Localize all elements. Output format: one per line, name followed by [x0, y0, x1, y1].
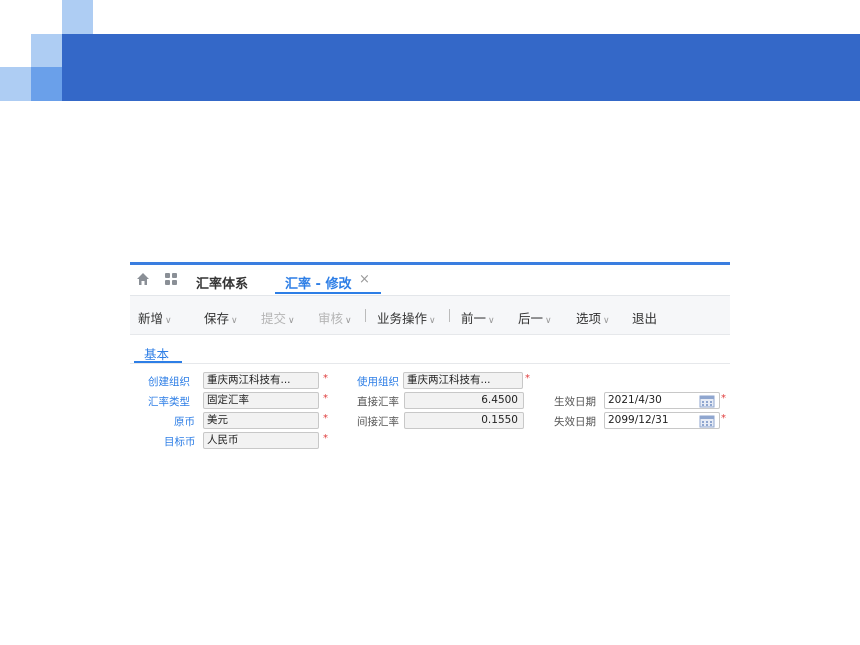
indirect-rate-field[interactable]: 0.1550 [404, 412, 524, 429]
calendar-icon[interactable] [699, 415, 715, 428]
toolbar: 新增 ∨ 保存 ∨ 提交 ∨ 审核 ∨ 业务操作 ∨ 前一 ∨ 后一 ∨ 选项 ∨ 退出 [130, 296, 730, 335]
next-button-label: 后一 [518, 311, 544, 326]
create-org-field[interactable]: 重庆两江科技有... [203, 372, 319, 389]
expiry-date-label: 失效日期 [554, 416, 596, 428]
business-operations-button[interactable]: 业务操作 ∨ [377, 308, 436, 327]
create-org-label: 创建组织 [148, 376, 190, 388]
source-currency-label: 原币 [174, 416, 195, 428]
submit-button[interactable]: 提交 ∨ [261, 308, 295, 327]
rate-type-label: 汇率类型 [148, 396, 190, 408]
required-mark: * [323, 393, 328, 404]
required-mark: * [721, 413, 726, 424]
save-button-label: 保存 [204, 311, 230, 326]
previous-button-label: 前一 [461, 311, 487, 326]
chevron-down-icon: ∨ [231, 316, 238, 326]
target-currency-label: 目标币 [164, 436, 196, 448]
close-icon[interactable]: × [359, 272, 370, 287]
exchange-rate-edit-panel: 汇率体系 汇率 - 修改 × 新增 ∨ 保存 ∨ 提交 ∨ 审核 ∨ 业务操作 ∨ 前一 ∨… [130, 262, 730, 462]
required-mark: * [323, 413, 328, 424]
required-mark: * [525, 373, 530, 384]
tab-exchange-rate-edit[interactable]: 汇率 - 修改 [285, 273, 351, 292]
subtab-divider [130, 363, 730, 364]
chevron-down-icon: ∨ [288, 316, 295, 326]
chevron-down-icon: ∨ [488, 316, 495, 326]
direct-rate-label: 直接汇率 [357, 396, 399, 408]
active-tab-indicator [275, 292, 381, 294]
decor-square [31, 34, 62, 67]
use-org-field[interactable]: 重庆两江科技有... [403, 372, 523, 389]
rate-type-field[interactable]: 固定汇率 [203, 392, 319, 409]
next-button[interactable]: 后一 ∨ [518, 308, 552, 327]
decor-square [62, 0, 93, 34]
business-operations-label: 业务操作 [377, 311, 428, 326]
indirect-rate-label: 间接汇率 [357, 416, 399, 428]
exit-button[interactable]: 退出 [632, 308, 657, 327]
new-button[interactable]: 新增 ∨ [138, 308, 172, 327]
submit-button-label: 提交 [261, 311, 287, 326]
home-icon[interactable] [136, 272, 150, 286]
toolbar-divider [449, 309, 450, 322]
new-button-label: 新增 [138, 311, 164, 326]
chevron-down-icon: ∨ [429, 316, 436, 326]
source-currency-field[interactable]: 美元 [203, 412, 319, 429]
required-mark: * [323, 373, 328, 384]
tab-exchange-rate-system[interactable]: 汇率体系 [196, 273, 248, 292]
header-banner [62, 34, 860, 101]
decor-square [31, 67, 62, 101]
previous-button[interactable]: 前一 ∨ [461, 308, 495, 327]
chevron-down-icon: ∨ [603, 316, 610, 326]
use-org-label: 使用组织 [357, 376, 399, 388]
save-button[interactable]: 保存 ∨ [204, 308, 238, 327]
required-mark: * [323, 433, 328, 444]
target-currency-field[interactable]: 人民币 [203, 432, 319, 449]
tab-bar: 汇率体系 汇率 - 修改 × [130, 265, 730, 296]
apps-icon[interactable] [164, 272, 180, 286]
calendar-icon[interactable] [699, 395, 715, 408]
chevron-down-icon: ∨ [165, 316, 172, 326]
required-mark: * [721, 393, 726, 404]
options-button-label: 选项 [576, 311, 602, 326]
toolbar-divider [365, 309, 366, 322]
audit-button[interactable]: 审核 ∨ [318, 308, 352, 327]
options-button[interactable]: 选项 ∨ [576, 308, 610, 327]
chevron-down-icon: ∨ [345, 316, 352, 326]
direct-rate-field[interactable]: 6.4500 [404, 392, 524, 409]
audit-button-label: 审核 [318, 311, 344, 326]
decor-square [0, 67, 31, 101]
chevron-down-icon: ∨ [545, 316, 552, 326]
effective-date-label: 生效日期 [554, 396, 596, 408]
